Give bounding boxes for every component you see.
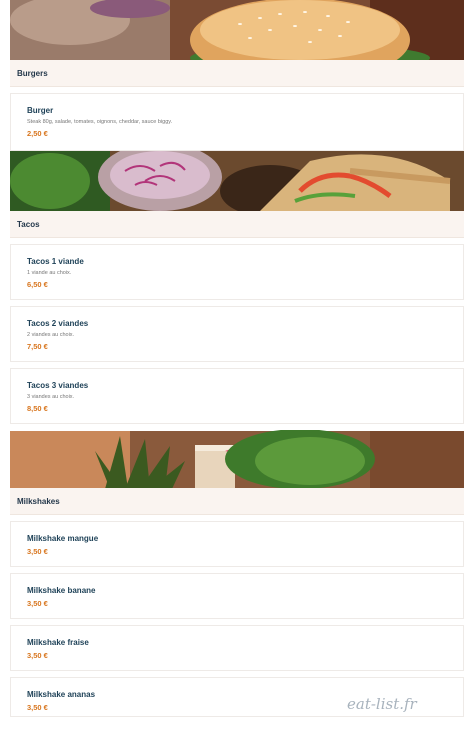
category-header-burgers: Burgers bbox=[10, 60, 464, 87]
menu-page: Burgers Burger Steak 80g, salade, tomate… bbox=[0, 0, 474, 717]
item-price: 6,50 € bbox=[27, 280, 48, 289]
burger-banner-image bbox=[10, 0, 464, 60]
item-price: 2,50 € bbox=[27, 129, 48, 138]
item-description: Steak 80g, salade, tomates, oignons, che… bbox=[27, 119, 173, 125]
tacos-banner-image bbox=[10, 151, 464, 211]
section-milkshakes: Milkshakes Milkshake mangue 3,50 € Milks… bbox=[10, 430, 464, 717]
item-name: Tacos 2 viandes bbox=[27, 319, 89, 328]
item-description: 3 viandes au choix. bbox=[27, 394, 75, 400]
menu-item[interactable]: Tacos 1 viande 1 viande au choix. 6,50 € bbox=[10, 244, 464, 300]
section-burgers: Burgers Burger Steak 80g, salade, tomate… bbox=[10, 0, 464, 151]
menu-item[interactable]: Burger Steak 80g, salade, tomates, oigno… bbox=[10, 93, 464, 151]
item-name: Tacos 3 viandes bbox=[27, 381, 89, 390]
menu-item[interactable]: Milkshake banane 3,50 € bbox=[10, 573, 464, 619]
watermark: eat-list.fr bbox=[347, 695, 417, 713]
category-header-milkshakes: Milkshakes bbox=[10, 488, 464, 515]
item-price: 3,50 € bbox=[27, 547, 48, 556]
item-name: Milkshake banane bbox=[27, 586, 96, 595]
category-header-tacos: Tacos bbox=[10, 211, 464, 238]
item-name: Milkshake fraise bbox=[27, 638, 89, 647]
menu-item[interactable]: Tacos 3 viandes 3 viandes au choix. 8,50… bbox=[10, 368, 464, 424]
item-description: 2 viandes au choix. bbox=[27, 332, 75, 338]
item-name: Burger bbox=[27, 106, 54, 115]
milkshake-banner-image bbox=[10, 430, 464, 488]
menu-item[interactable]: Tacos 2 viandes 2 viandes au choix. 7,50… bbox=[10, 306, 464, 362]
item-name: Tacos 1 viande bbox=[27, 257, 84, 266]
item-description: 1 viande au choix. bbox=[27, 270, 72, 276]
item-price: 3,50 € bbox=[27, 599, 48, 608]
item-name: Milkshake mangue bbox=[27, 534, 99, 543]
item-price: 7,50 € bbox=[27, 342, 48, 351]
item-price: 3,50 € bbox=[27, 651, 48, 660]
section-tacos: Tacos Tacos 1 viande 1 viande au choix. … bbox=[10, 151, 464, 424]
menu-item[interactable]: Milkshake mangue 3,50 € bbox=[10, 521, 464, 567]
item-price: 8,50 € bbox=[27, 404, 48, 413]
menu-item[interactable]: Milkshake fraise 3,50 € bbox=[10, 625, 464, 671]
